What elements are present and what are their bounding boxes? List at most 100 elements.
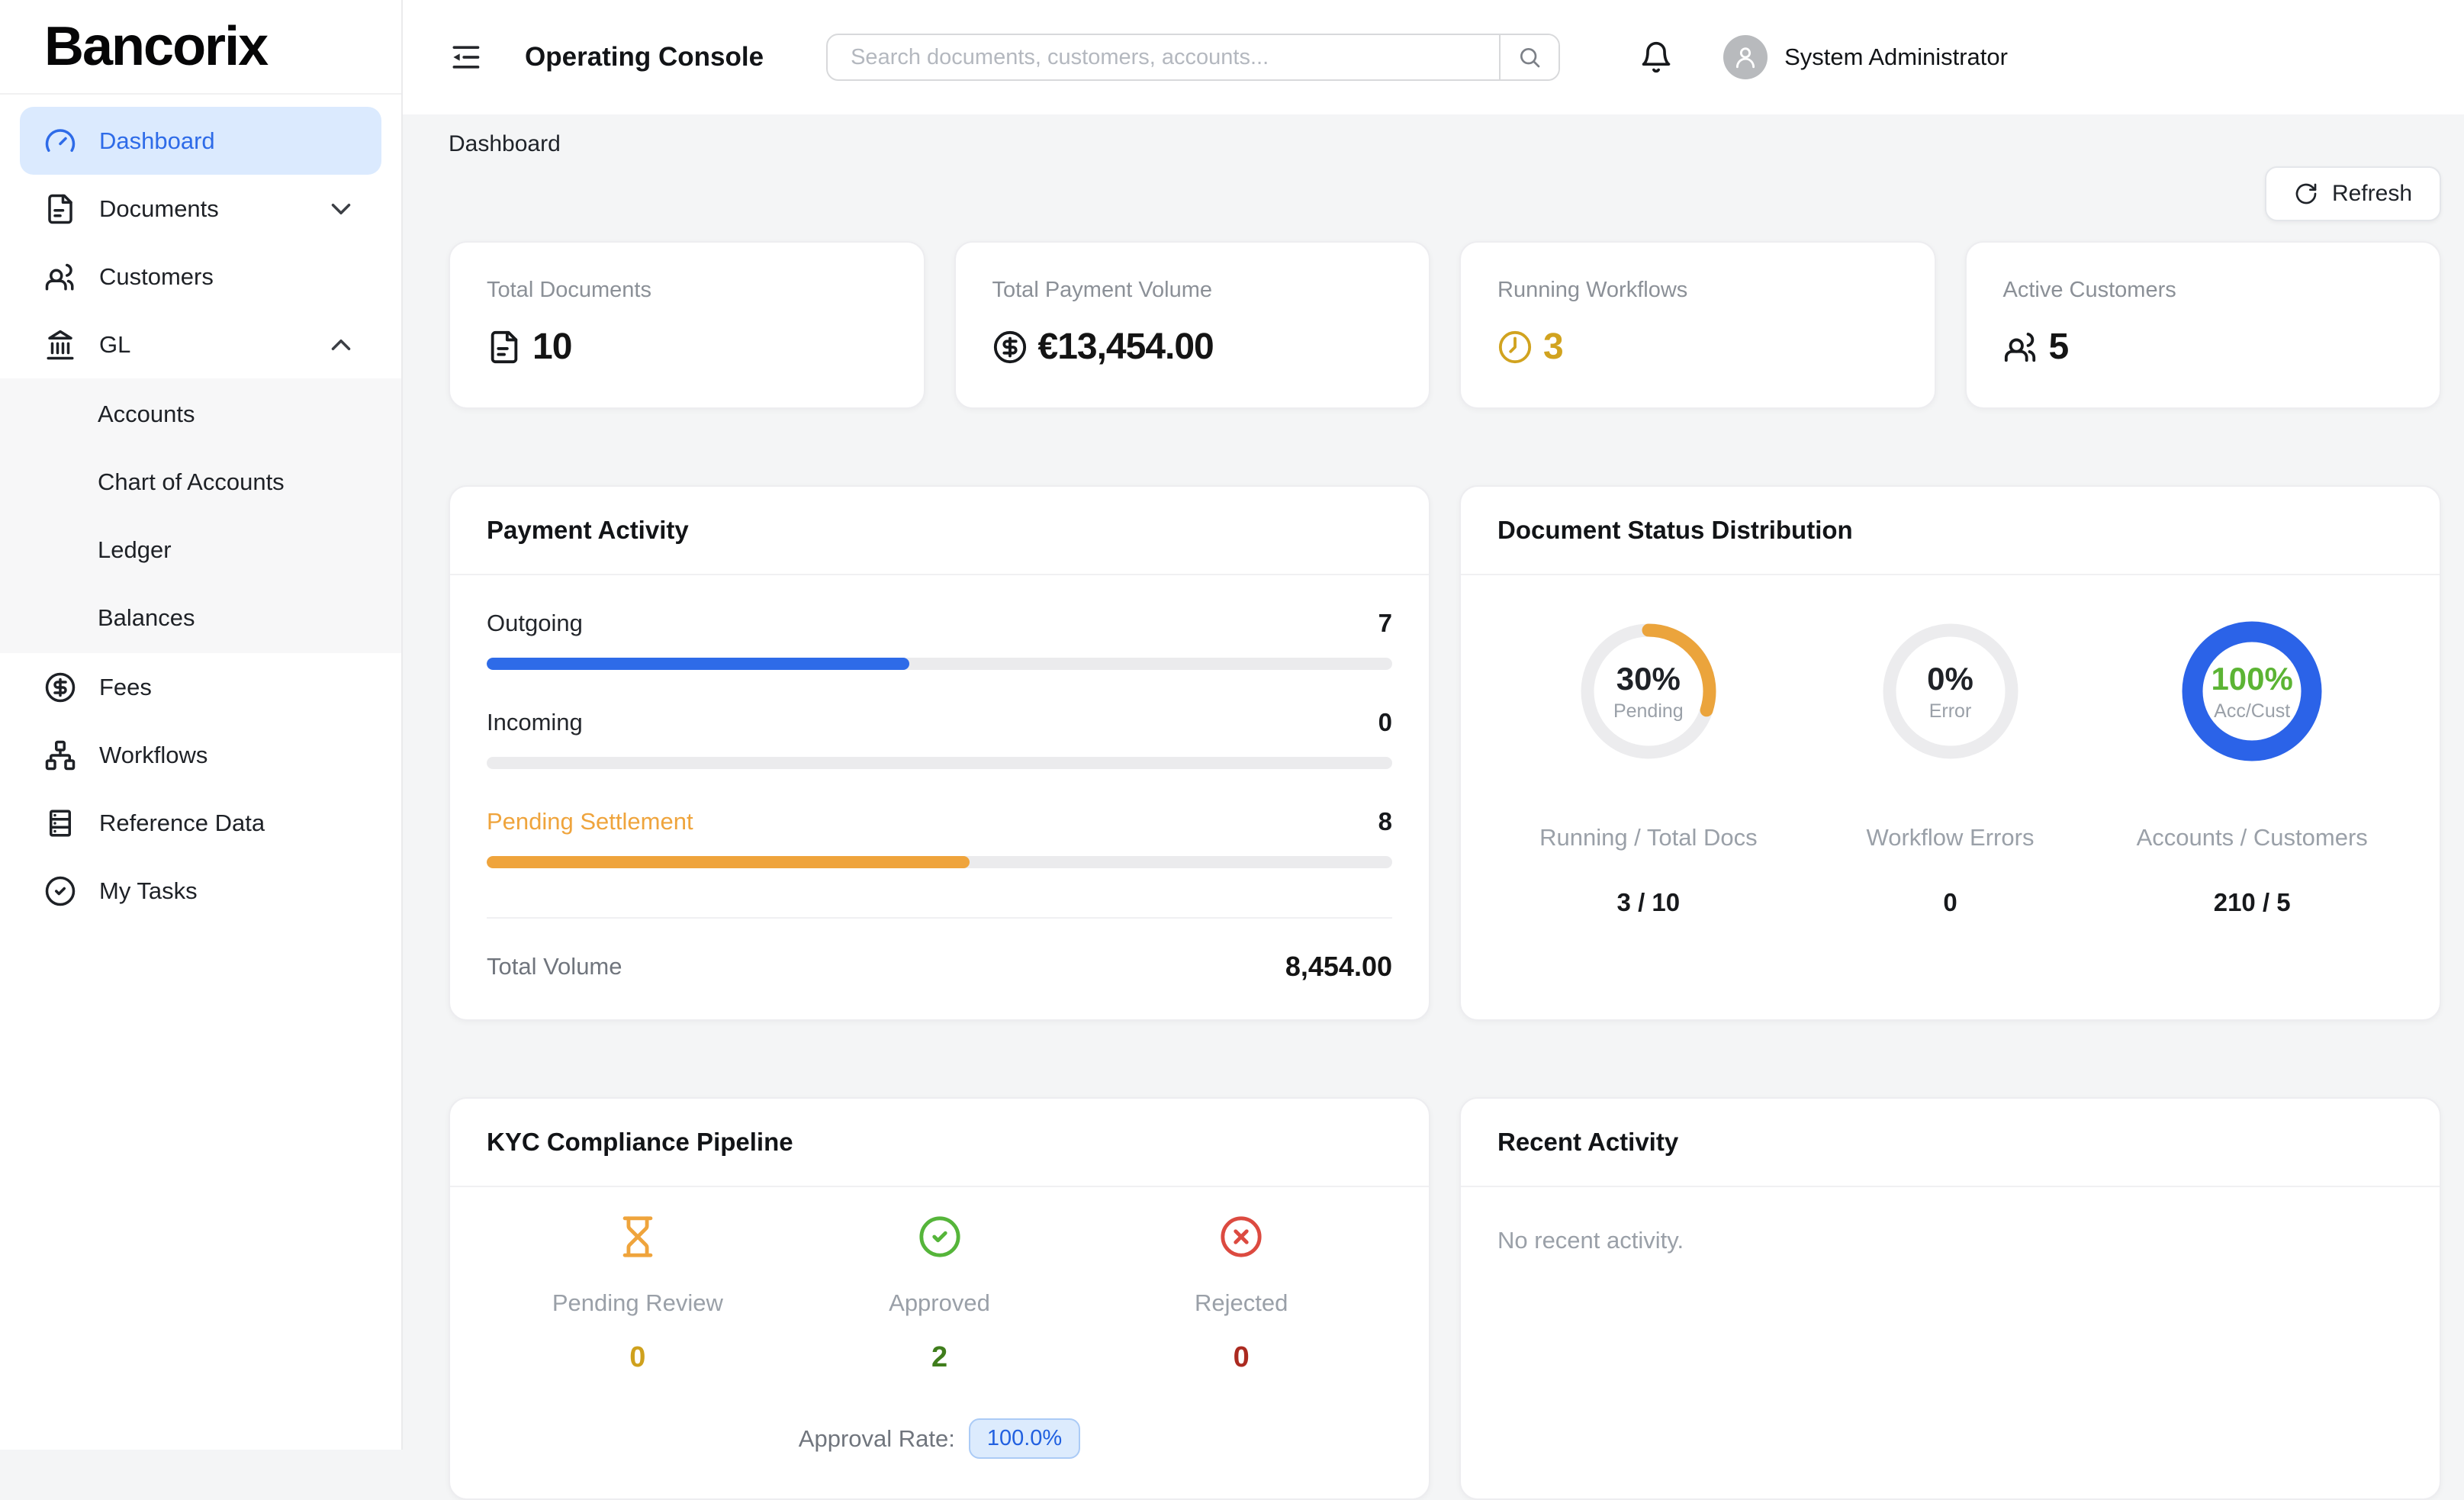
document-status-body: 30% Pending Running / Total Docs 3 / 10 (1461, 575, 2440, 1019)
bell-icon (1639, 40, 1673, 74)
approval-rate-label: Approval Rate: (799, 1425, 955, 1453)
card-header: Payment Activity (450, 487, 1429, 575)
card-header: Document Status Distribution (1461, 487, 2440, 575)
refresh-label: Refresh (2332, 181, 2412, 207)
sidebar-subitem-accounts[interactable]: Accounts (0, 380, 401, 448)
breadcrumb: Dashboard (449, 131, 2441, 157)
workflow-icon (44, 739, 76, 771)
progress-track (487, 658, 1392, 670)
stat-card-active-customers: Active Customers 5 (1965, 241, 2442, 409)
payment-row-pending-settlement: Pending Settlement 8 (487, 807, 1392, 868)
approval-rate-row: Approval Rate: 100.0% (487, 1418, 1392, 1498)
kyc-stage-value: 0 (1234, 1341, 1250, 1374)
sidebar-item-label: My Tasks (99, 877, 198, 905)
clock-icon (1497, 330, 1533, 365)
gauge-sublabel: Pending (1613, 700, 1684, 723)
donut-pending: 30% Pending (1575, 618, 1722, 764)
sidebar-item-workflows[interactable]: Workflows (20, 721, 381, 789)
server-icon (44, 807, 76, 839)
sidebar-subitem-ledger[interactable]: Ledger (0, 516, 401, 584)
approval-rate-badge: 100.0% (969, 1418, 1080, 1459)
payment-row-label: Outgoing (487, 610, 583, 637)
payment-row-value: 7 (1378, 609, 1392, 638)
sidebar-item-my-tasks[interactable]: My Tasks (20, 857, 381, 925)
top-header: Operating Console System Administrator (403, 0, 2464, 114)
subitem-label: Ledger (98, 536, 172, 564)
sidebar-item-label: Dashboard (99, 127, 215, 155)
card-title: Payment Activity (487, 516, 1392, 545)
refresh-icon (2294, 182, 2318, 206)
sidebar-item-documents[interactable]: Documents (20, 175, 381, 243)
gl-submenu: Accounts Chart of Accounts Ledger Balanc… (0, 378, 401, 653)
progress-track (487, 856, 1392, 868)
gauge-sublabel: Acc/Cust (2214, 700, 2290, 723)
sidebar-item-label: GL (99, 331, 130, 359)
gauge-error: 0% Error Workflow Errors 0 (1800, 618, 2102, 986)
progress-track (487, 757, 1392, 769)
stat-label: Total Payment Volume (992, 278, 1393, 303)
total-volume-row: Total Volume 8,454.00 (487, 951, 1392, 983)
payment-row-incoming: Incoming 0 (487, 708, 1392, 769)
main-content: Dashboard Refresh Total Documents 10 Tot… (403, 114, 2464, 1450)
stat-value: 10 (532, 326, 571, 368)
document-status-card: Document Status Distribution 30% Pending (1459, 485, 2441, 1021)
gauge-percent: 0% (1927, 661, 1973, 697)
user-icon (1732, 44, 1758, 70)
empty-state-text: No recent activity. (1497, 1227, 2403, 1254)
gauge-label: Accounts / Customers (2137, 824, 2368, 851)
charts-row: Payment Activity Outgoing 7 Incoming 0 (449, 485, 2441, 1021)
gauge-percent: 30% (1616, 661, 1681, 697)
avatar[interactable] (1723, 35, 1768, 79)
stat-card-total-documents: Total Documents 10 (449, 241, 925, 409)
stat-label: Active Customers (2003, 278, 2404, 303)
payment-activity-card: Payment Activity Outgoing 7 Incoming 0 (449, 485, 1430, 1021)
notifications-button[interactable] (1639, 40, 1673, 74)
gauge-percent: 100% (2211, 661, 2292, 697)
donut-acc-cust: 100% Acc/Cust (2179, 618, 2325, 764)
card-header: KYC Compliance Pipeline (450, 1099, 1429, 1187)
chevron-up-icon (325, 329, 357, 361)
bottom-row: KYC Compliance Pipeline Pending Review 0… (449, 1097, 2441, 1500)
app-logo: Bancorix (44, 15, 267, 78)
kyc-stage-label: Approved (889, 1289, 990, 1317)
check-circle-icon (44, 875, 76, 907)
sidebar-item-label: Customers (99, 263, 214, 291)
users-icon (44, 261, 76, 293)
gauge-icon (44, 125, 76, 157)
menu-fold-icon (449, 40, 482, 74)
kyc-stage-label: Pending Review (552, 1289, 723, 1317)
total-volume-label: Total Volume (487, 953, 622, 980)
file-text-icon (44, 193, 76, 225)
file-text-icon (487, 330, 522, 365)
refresh-button[interactable]: Refresh (2265, 166, 2441, 221)
recent-activity-body: No recent activity. (1461, 1187, 2440, 1498)
stat-value: 5 (2049, 326, 2069, 368)
kyc-pipeline-card: KYC Compliance Pipeline Pending Review 0… (449, 1097, 1430, 1500)
sidebar-item-label: Documents (99, 195, 219, 223)
payment-row-value: 8 (1378, 807, 1392, 836)
landmark-icon (44, 329, 76, 361)
sidebar-item-fees[interactable]: Fees (20, 653, 381, 721)
sidebar-item-customers[interactable]: Customers (20, 243, 381, 311)
sidebar-collapse-button[interactable] (449, 39, 485, 76)
search-button[interactable] (1499, 35, 1558, 79)
sidebar-item-reference-data[interactable]: Reference Data (20, 789, 381, 857)
sidebar-item-gl[interactable]: GL (20, 311, 381, 378)
gauge-label: Workflow Errors (1867, 824, 2035, 851)
x-circle-icon (1219, 1215, 1263, 1259)
search-input[interactable] (828, 35, 1499, 79)
sidebar-nav: Dashboard Documents Customers GL Account… (0, 95, 401, 925)
gauge-value: 210 / 5 (2214, 888, 2291, 917)
stat-card-running-workflows: Running Workflows 3 (1459, 241, 1936, 409)
kyc-stage-value: 2 (931, 1341, 947, 1374)
sidebar-item-label: Fees (99, 674, 152, 701)
sidebar-subitem-balances[interactable]: Balances (0, 584, 401, 652)
divider (487, 917, 1392, 919)
toolbar: Refresh (449, 166, 2441, 221)
sidebar-subitem-chart-of-accounts[interactable]: Chart of Accounts (0, 448, 401, 516)
payment-row-outgoing: Outgoing 7 (487, 609, 1392, 670)
progress-fill (487, 658, 909, 670)
progress-fill (487, 856, 970, 868)
sidebar-item-dashboard[interactable]: Dashboard (20, 107, 381, 175)
kyc-stage-approved: Approved 2 (789, 1215, 1091, 1374)
